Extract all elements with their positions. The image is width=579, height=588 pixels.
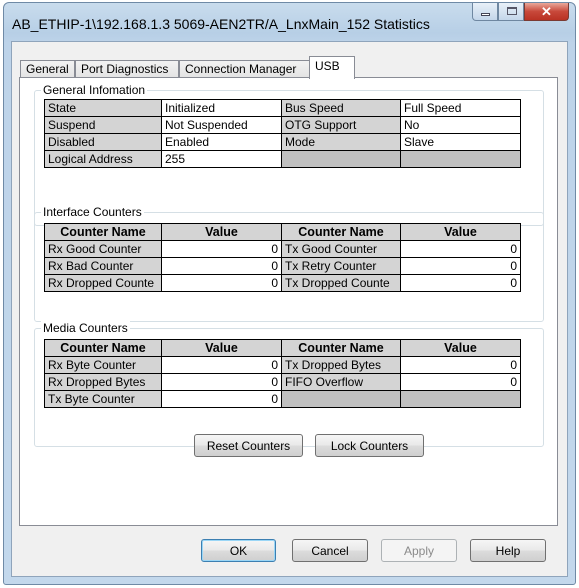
maximize-icon: [507, 7, 517, 15]
close-icon: ✕: [541, 3, 552, 19]
counter-value: 0: [400, 257, 521, 275]
otg-support-label: OTG Support: [281, 116, 401, 134]
table-row: Rx Dropped Counte 0 Tx Dropped Counte 0: [44, 274, 521, 292]
counter-name: FIFO Overflow: [281, 373, 401, 391]
counter-name: Rx Bad Counter: [44, 257, 162, 275]
column-header: Value: [400, 223, 521, 241]
otg-support-value: No: [400, 116, 521, 134]
counter-value: 0: [161, 390, 282, 408]
table-row: State Initialized Bus Speed Full Speed: [44, 99, 521, 117]
column-header: Value: [161, 339, 282, 357]
window-title: AB_ETHIP-1\192.168.1.3 5069-AEN2TR/A_Lnx…: [12, 16, 430, 32]
usb-tab-panel: General Infomation State Initialized Bus…: [19, 77, 558, 526]
empty-cell: [281, 150, 401, 168]
empty-cell: [400, 150, 521, 168]
mode-value: Slave: [400, 133, 521, 151]
maximize-button[interactable]: [498, 3, 524, 21]
tab-port-diagnostics[interactable]: Port Diagnostics: [75, 60, 179, 78]
table-row: Rx Good Counter 0 Tx Good Counter 0: [44, 240, 521, 258]
media-counters-label: Media Counters: [41, 321, 130, 335]
counter-name: Rx Dropped Counte: [44, 274, 162, 292]
tab-general[interactable]: General: [20, 60, 75, 78]
table-row: Suspend Not Suspended OTG Support No: [44, 116, 521, 134]
caption-buttons: ✕: [472, 3, 569, 21]
interface-counters-table: Counter Name Value Counter Name Value Rx…: [44, 223, 521, 292]
counter-value: 0: [400, 274, 521, 292]
logical-address-value: 255: [161, 150, 282, 168]
dialog-client-area: General Port Diagnostics Connection Mana…: [11, 41, 568, 577]
counter-value: 0: [400, 240, 521, 258]
counter-value: 0: [161, 240, 282, 258]
counter-value: 0: [161, 274, 282, 292]
empty-cell: [281, 390, 401, 408]
column-header: Value: [400, 339, 521, 357]
close-button[interactable]: ✕: [524, 3, 569, 21]
table-row: Tx Byte Counter 0: [44, 390, 521, 408]
state-value: Initialized: [161, 99, 282, 117]
counter-name: Rx Good Counter: [44, 240, 162, 258]
lock-counters-button[interactable]: Lock Counters: [315, 434, 424, 457]
column-header: Value: [161, 223, 282, 241]
statistics-dialog: AB_ETHIP-1\192.168.1.3 5069-AEN2TR/A_Lnx…: [3, 2, 576, 585]
table-row: Logical Address 255: [44, 150, 521, 168]
counter-name: Rx Dropped Bytes: [44, 373, 162, 391]
media-counters-table: Counter Name Value Counter Name Value Rx…: [44, 339, 521, 408]
disabled-value: Enabled: [161, 133, 282, 151]
suspend-label: Suspend: [44, 116, 162, 134]
counter-name: Tx Byte Counter: [44, 390, 162, 408]
reset-counters-button[interactable]: Reset Counters: [194, 434, 303, 457]
counter-name: Tx Retry Counter: [281, 257, 401, 275]
bus-speed-value: Full Speed: [400, 99, 521, 117]
general-information-table: State Initialized Bus Speed Full Speed S…: [44, 99, 521, 168]
table-header-row: Counter Name Value Counter Name Value: [44, 223, 521, 241]
counter-value: 0: [161, 373, 282, 391]
counter-value: 0: [161, 257, 282, 275]
counter-name: Rx Byte Counter: [44, 356, 162, 374]
column-header: Counter Name: [281, 339, 401, 357]
counter-value: 0: [400, 356, 521, 374]
counter-value: 0: [161, 356, 282, 374]
minimize-icon: [481, 13, 490, 16]
table-row: Rx Bad Counter 0 Tx Retry Counter 0: [44, 257, 521, 275]
bus-speed-label: Bus Speed: [281, 99, 401, 117]
tab-usb[interactable]: USB: [309, 56, 355, 79]
cancel-button[interactable]: Cancel: [292, 539, 368, 562]
table-header-row: Counter Name Value Counter Name Value: [44, 339, 521, 357]
counter-name: Tx Good Counter: [281, 240, 401, 258]
minimize-button[interactable]: [472, 3, 498, 21]
disabled-label: Disabled: [44, 133, 162, 151]
table-row: Rx Dropped Bytes 0 FIFO Overflow 0: [44, 373, 521, 391]
mode-label: Mode: [281, 133, 401, 151]
column-header: Counter Name: [44, 339, 162, 357]
general-information-label: General Infomation: [41, 83, 148, 97]
counter-name: Tx Dropped Counte: [281, 274, 401, 292]
empty-cell: [400, 390, 521, 408]
state-label: State: [44, 99, 162, 117]
counter-value: 0: [400, 373, 521, 391]
help-button[interactable]: Help: [470, 539, 546, 562]
ok-button[interactable]: OK: [201, 539, 276, 562]
tab-connection-manager[interactable]: Connection Manager: [179, 60, 311, 78]
counter-name: Tx Dropped Bytes: [281, 356, 401, 374]
logical-address-label: Logical Address: [44, 150, 162, 168]
suspend-value: Not Suspended: [161, 116, 282, 134]
title-bar[interactable]: AB_ETHIP-1\192.168.1.3 5069-AEN2TR/A_Lnx…: [4, 3, 575, 41]
apply-button[interactable]: Apply: [381, 539, 457, 562]
column-header: Counter Name: [281, 223, 401, 241]
table-row: Rx Byte Counter 0 Tx Dropped Bytes 0: [44, 356, 521, 374]
column-header: Counter Name: [44, 223, 162, 241]
interface-counters-label: Interface Counters: [41, 205, 144, 219]
table-row: Disabled Enabled Mode Slave: [44, 133, 521, 151]
